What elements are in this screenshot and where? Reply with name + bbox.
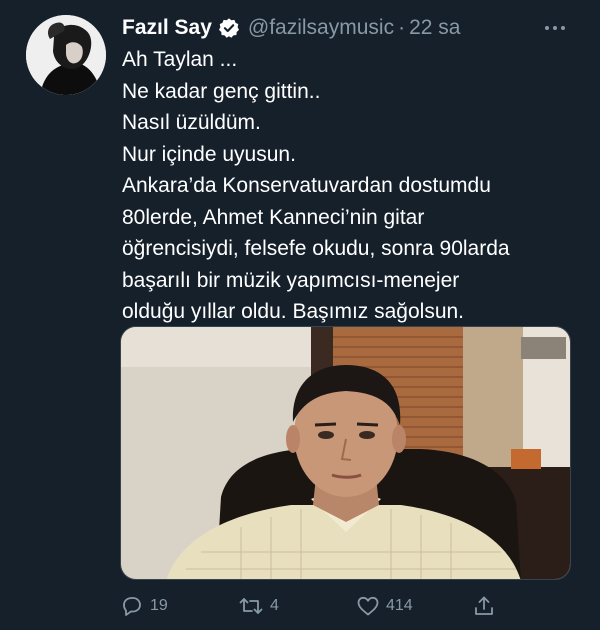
tweet-text-line: Nur içinde uyusun.: [122, 142, 296, 166]
tweet-text-line: başarılı bir müzik yapımcısı-menejer: [122, 268, 460, 292]
reply-button[interactable]: 19: [120, 591, 168, 621]
tweet-text-line: Ah Taylan ...: [122, 48, 238, 71]
header-separator: ·: [398, 16, 406, 39]
tweet-actions: 19 4 414: [120, 591, 580, 621]
tweet-text-line: öğrencisiydi, felsefe okudu, sonra 90lar…: [122, 237, 510, 260]
tweet-text: Ah Taylan ... Ne kadar genç gittin.. Nas…: [122, 44, 582, 328]
heart-icon: [356, 594, 380, 618]
retweet-button[interactable]: 4: [238, 591, 279, 621]
tweet-photo[interactable]: [120, 326, 571, 580]
tweet-text-line: Ne kadar genç gittin..: [122, 79, 321, 103]
tweet-text-line: 80lerde, Ahmet Kanneci’nin gitar: [122, 205, 425, 229]
tweet-text-line: Nasıl üzüldüm.: [122, 111, 261, 134]
like-button[interactable]: 414: [356, 591, 413, 621]
avatar[interactable]: [26, 15, 106, 95]
tweet-card: Fazıl Say @fazilsaymusic · 22 sa Ah Tayl…: [0, 0, 600, 630]
author-display-name[interactable]: Fazıl Say: [122, 16, 212, 40]
share-button[interactable]: [472, 591, 496, 621]
reply-icon: [120, 594, 144, 618]
author-handle[interactable]: @fazilsaymusic: [248, 16, 394, 40]
share-icon: [472, 594, 496, 618]
reply-count: 19: [150, 597, 168, 614]
tweet-header: Fazıl Say @fazilsaymusic · 22 sa: [122, 13, 460, 43]
verified-badge-icon: [218, 17, 240, 39]
retweet-icon: [238, 594, 264, 618]
more-horizontal-icon: [543, 19, 567, 37]
tweet-text-line: olduğu yıllar oldu. Başımız sağolsun.: [122, 300, 465, 323]
tweet-text-line: Ankara’da Konservatuvardan dostumdu: [122, 174, 491, 197]
retweet-count: 4: [270, 597, 279, 614]
tweet-timestamp[interactable]: 22 sa: [409, 16, 460, 40]
like-count: 414: [386, 597, 413, 614]
more-options-button[interactable]: [538, 14, 572, 42]
